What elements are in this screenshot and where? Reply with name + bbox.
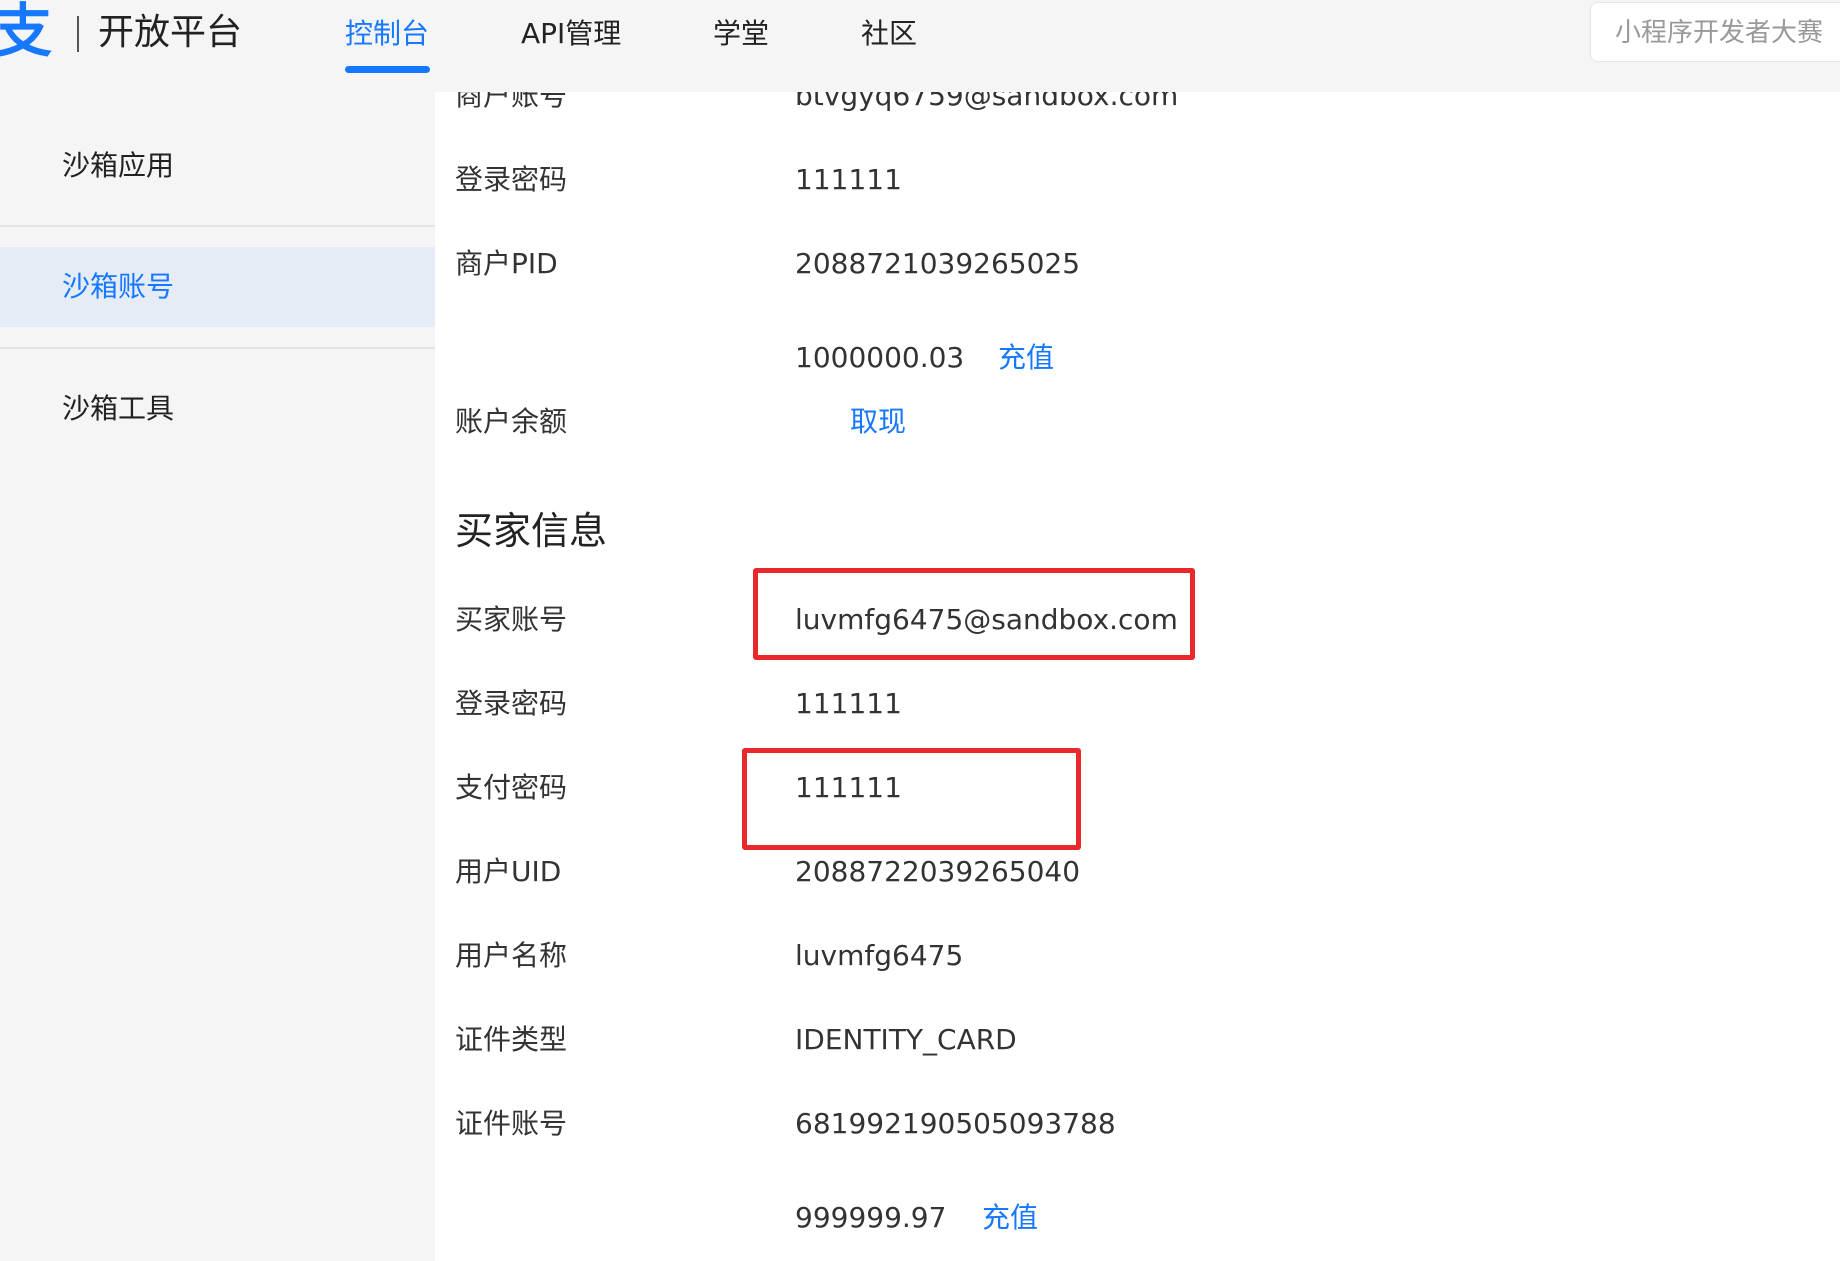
row-label: 商户账号 xyxy=(455,92,568,112)
sidebar-item-sandbox-app[interactable]: 沙箱应用 xyxy=(0,146,435,186)
row-value: btvgyq6759@sandbox.com xyxy=(795,92,1179,112)
merchant-withdraw-link[interactable]: 取现 xyxy=(850,402,906,442)
buyer-balance-value: 999999.97 xyxy=(795,1201,947,1234)
merchant-balance-value: 1000000.03 xyxy=(795,341,965,374)
nav-console[interactable]: 控制台 xyxy=(345,14,429,54)
merchant-recharge-link[interactable]: 充值 xyxy=(998,338,1054,378)
row-value: luvmfg6475 xyxy=(795,939,964,972)
row-value: 2088722039265040 xyxy=(795,855,1081,888)
row-label: 买家账号 xyxy=(455,603,568,636)
row-label: 支付密码 xyxy=(455,771,568,804)
alipay-logo-icon[interactable]: 支 xyxy=(0,0,52,64)
platform-title[interactable]: 开放平台 xyxy=(98,10,242,56)
logo-divider xyxy=(77,16,79,52)
row-label: 登录密码 xyxy=(455,163,568,196)
buyer-section-title: 买家信息 xyxy=(455,509,608,553)
row-label: 登录密码 xyxy=(455,687,568,720)
top-header: 支 开放平台 控制台 API管理 学堂 社区 小程序开发者大赛 xyxy=(0,0,1840,92)
row-value: IDENTITY_CARD xyxy=(795,1023,1017,1056)
row-value: 681992190505093788 xyxy=(795,1107,1116,1140)
nav-api-management[interactable]: API管理 xyxy=(521,14,621,54)
sidebar-item-sandbox-account[interactable]: 沙箱账号 xyxy=(0,247,435,327)
highlight-box-buyer-account xyxy=(753,568,1195,660)
row-label: 用户名称 xyxy=(455,939,568,972)
buyer-recharge-link[interactable]: 充值 xyxy=(982,1198,1038,1238)
row-label: 用户UID xyxy=(455,855,562,888)
row-value: 111111 xyxy=(795,687,902,720)
sidebar-item-sandbox-tools[interactable]: 沙箱工具 xyxy=(0,389,435,429)
main-content: 商户账号 btvgyq6759@sandbox.com 登录密码 111111 … xyxy=(435,92,1840,1261)
sidebar-divider xyxy=(0,347,435,349)
sidebar: 沙箱应用 沙箱账号 沙箱工具 xyxy=(0,92,435,1261)
row-label: 账户余额 xyxy=(455,405,568,438)
row-label: 商户PID xyxy=(455,247,558,280)
sidebar-divider xyxy=(0,225,435,227)
highlight-box-pay-password xyxy=(742,748,1081,850)
nav-active-indicator xyxy=(345,66,430,73)
row-label: 证件类型 xyxy=(455,1023,568,1056)
promo-search-box[interactable]: 小程序开发者大赛 xyxy=(1590,2,1840,62)
nav-academy[interactable]: 学堂 xyxy=(713,14,769,54)
row-label: 证件账号 xyxy=(455,1107,568,1140)
nav-community[interactable]: 社区 xyxy=(861,14,917,54)
row-value: 111111 xyxy=(795,163,902,196)
row-value: 2088721039265025 xyxy=(795,247,1081,280)
